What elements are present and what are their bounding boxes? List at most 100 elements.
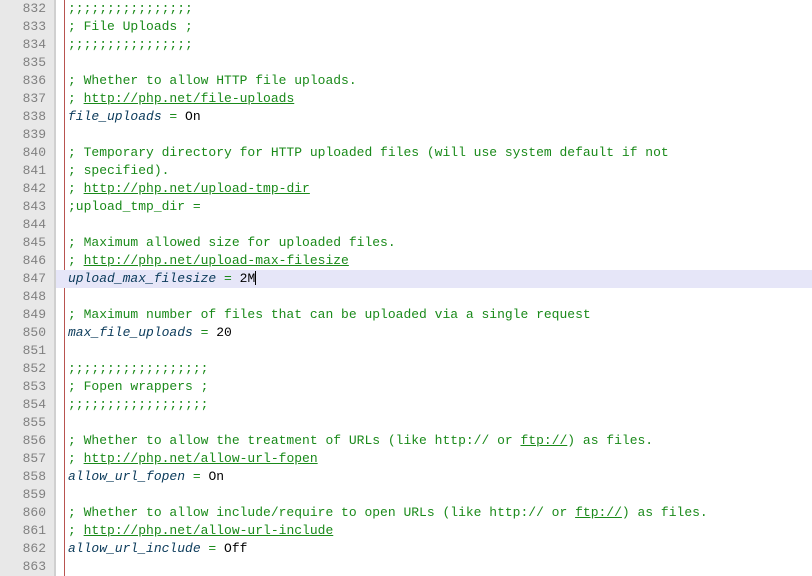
line-number: 841 [4, 162, 46, 180]
url-link[interactable]: http://php.net/file-uploads [84, 91, 295, 106]
comment-text: ;upload_tmp_dir = [68, 199, 201, 214]
comment-text: ) as files. [622, 505, 708, 520]
url-link[interactable]: ftp:// [575, 505, 622, 520]
code-line[interactable] [56, 54, 812, 72]
comment-text: ; [68, 253, 84, 268]
code-line[interactable]: upload_max_filesize = 2M [56, 270, 812, 288]
url-link[interactable]: ftp:// [520, 433, 567, 448]
line-number: 857 [4, 450, 46, 468]
ini-key: file_uploads [68, 109, 162, 124]
url-link[interactable]: http://php.net/allow-url-fopen [84, 451, 318, 466]
code-line[interactable]: ; Whether to allow include/require to op… [56, 504, 812, 522]
line-number: 859 [4, 486, 46, 504]
ini-value: 2M [240, 271, 256, 286]
code-line[interactable]: ; Fopen wrappers ; [56, 378, 812, 396]
code-line[interactable]: ; http://php.net/file-uploads [56, 90, 812, 108]
code-line[interactable]: ; Whether to allow the treatment of URLs… [56, 432, 812, 450]
comment-text: ; Temporary directory for HTTP uploaded … [68, 145, 669, 160]
line-number: 863 [4, 558, 46, 576]
code-line[interactable] [56, 288, 812, 306]
line-number: 845 [4, 234, 46, 252]
code-line[interactable]: ; Whether to allow HTTP file uploads. [56, 72, 812, 90]
code-line[interactable]: file_uploads = On [56, 108, 812, 126]
comment-text: ;;;;;;;;;;;;;;;;;; [68, 397, 208, 412]
line-number: 846 [4, 252, 46, 270]
code-line[interactable]: ;;;;;;;;;;;;;;;; [56, 36, 812, 54]
url-link[interactable]: http://php.net/upload-max-filesize [84, 253, 349, 268]
code-line[interactable]: ; File Uploads ; [56, 18, 812, 36]
code-line[interactable]: allow_url_include = Off [56, 540, 812, 558]
code-lines-container: ;;;;;;;;;;;;;;;;; File Uploads ;;;;;;;;;… [56, 0, 812, 576]
code-line[interactable] [56, 342, 812, 360]
code-line[interactable]: ; specified). [56, 162, 812, 180]
assign-operator: = [216, 271, 239, 286]
code-line[interactable]: ;;;;;;;;;;;;;;;; [56, 0, 812, 18]
line-number: 860 [4, 504, 46, 522]
line-number: 852 [4, 360, 46, 378]
code-line[interactable]: ; http://php.net/allow-url-fopen [56, 450, 812, 468]
comment-text: ; specified). [68, 163, 169, 178]
assign-operator: = [185, 469, 208, 484]
ini-value: 20 [216, 325, 232, 340]
line-number: 834 [4, 36, 46, 54]
comment-text: ; [68, 451, 84, 466]
code-line[interactable] [56, 414, 812, 432]
code-line[interactable]: ; http://php.net/upload-tmp-dir [56, 180, 812, 198]
comment-text: ; File Uploads ; [68, 19, 193, 34]
comment-text: ; Maximum allowed size for uploaded file… [68, 235, 396, 250]
code-line[interactable]: allow_url_fopen = On [56, 468, 812, 486]
code-editor-area[interactable]: ;;;;;;;;;;;;;;;;; File Uploads ;;;;;;;;;… [54, 0, 812, 576]
ini-key: allow_url_fopen [68, 469, 185, 484]
line-number: 862 [4, 540, 46, 558]
code-line[interactable]: ; http://php.net/allow-url-include [56, 522, 812, 540]
ini-value: On [185, 109, 201, 124]
comment-text: ; [68, 91, 84, 106]
code-line[interactable] [56, 558, 812, 576]
line-number: 844 [4, 216, 46, 234]
line-number: 840 [4, 144, 46, 162]
line-number: 858 [4, 468, 46, 486]
line-number: 849 [4, 306, 46, 324]
line-number: 848 [4, 288, 46, 306]
comment-text: ; Whether to allow the treatment of URLs… [68, 433, 520, 448]
code-line[interactable]: max_file_uploads = 20 [56, 324, 812, 342]
comment-text: ) as files. [567, 433, 653, 448]
line-number: 833 [4, 18, 46, 36]
line-number: 843 [4, 198, 46, 216]
line-number: 835 [4, 54, 46, 72]
url-link[interactable]: http://php.net/allow-url-include [84, 523, 334, 538]
line-number: 854 [4, 396, 46, 414]
code-line[interactable]: ; Maximum number of files that can be up… [56, 306, 812, 324]
comment-text: ; [68, 181, 84, 196]
line-number: 836 [4, 72, 46, 90]
code-line[interactable] [56, 126, 812, 144]
line-number: 842 [4, 180, 46, 198]
line-number: 837 [4, 90, 46, 108]
code-line[interactable]: ; Temporary directory for HTTP uploaded … [56, 144, 812, 162]
line-number: 861 [4, 522, 46, 540]
comment-text: ; Fopen wrappers ; [68, 379, 208, 394]
code-line[interactable]: ;upload_tmp_dir = [56, 198, 812, 216]
line-number: 850 [4, 324, 46, 342]
comment-text: ; Whether to allow include/require to op… [68, 505, 575, 520]
comment-text: ; Maximum number of files that can be up… [68, 307, 591, 322]
code-line[interactable] [56, 216, 812, 234]
line-number: 839 [4, 126, 46, 144]
code-line[interactable]: ;;;;;;;;;;;;;;;;;; [56, 396, 812, 414]
assign-operator: = [162, 109, 185, 124]
comment-text: ; Whether to allow HTTP file uploads. [68, 73, 357, 88]
url-link[interactable]: http://php.net/upload-tmp-dir [84, 181, 310, 196]
code-line[interactable]: ; http://php.net/upload-max-filesize [56, 252, 812, 270]
code-line[interactable] [56, 486, 812, 504]
line-number: 847 [4, 270, 46, 288]
line-number: 851 [4, 342, 46, 360]
line-number: 838 [4, 108, 46, 126]
assign-operator: = [201, 541, 224, 556]
ini-key: max_file_uploads [68, 325, 193, 340]
text-caret [255, 271, 256, 285]
code-line[interactable]: ;;;;;;;;;;;;;;;;;; [56, 360, 812, 378]
ini-value: On [208, 469, 224, 484]
line-number: 853 [4, 378, 46, 396]
code-line[interactable]: ; Maximum allowed size for uploaded file… [56, 234, 812, 252]
line-number: 856 [4, 432, 46, 450]
